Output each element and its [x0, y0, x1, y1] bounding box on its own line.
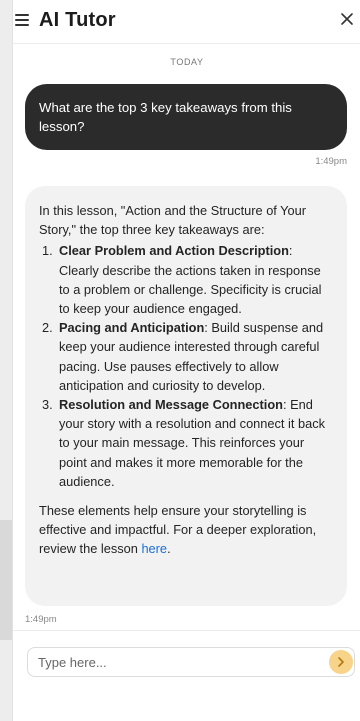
user-message-bubble: What are the top 3 key takeaways from th…	[25, 84, 347, 150]
list-item-title: Resolution and Message Connection	[59, 397, 283, 413]
bot-message-bubble: In this lesson, "Action and the Structur…	[25, 186, 347, 606]
ai-tutor-panel: AI Tutor TODAY What are the top 3 key ta…	[12, 0, 360, 721]
lesson-link[interactable]: here	[141, 541, 167, 556]
chevron-right-icon	[338, 657, 344, 667]
list-item-title: Clear Problem and Action Description	[59, 243, 289, 259]
background-page-strip	[0, 0, 12, 721]
send-button[interactable]	[329, 650, 353, 674]
composer-area	[13, 630, 360, 721]
list-item: 1. Clear Problem and Action Description:…	[39, 241, 333, 318]
user-message-text: What are the top 3 key takeaways from th…	[39, 100, 292, 134]
panel-title: AI Tutor	[39, 9, 116, 31]
message-input[interactable]	[38, 648, 308, 676]
list-item-number: 2.	[42, 320, 53, 336]
bot-intro-text: In this lesson, "Action and the Structur…	[39, 203, 307, 238]
bot-outro-text: These elements help ensure your storytel…	[39, 501, 333, 559]
list-item: 2. Pacing and Anticipation: Build suspen…	[39, 318, 333, 395]
list-item: 3. Resolution and Message Connection: En…	[39, 395, 333, 491]
list-item-title: Pacing and Anticipation	[59, 320, 205, 336]
background-shade	[0, 520, 12, 640]
bot-outro-end: .	[167, 541, 171, 557]
list-item-number: 3.	[42, 397, 53, 413]
close-icon[interactable]	[339, 11, 355, 27]
bot-message-time: 1:49pm	[25, 614, 57, 625]
hamburger-menu-icon[interactable]	[15, 14, 29, 26]
list-item-number: 1.	[42, 243, 53, 259]
bot-outro-body: These elements help ensure your storytel…	[39, 503, 317, 557]
message-input-box[interactable]	[27, 647, 355, 677]
takeaways-list: 1. Clear Problem and Action Description:…	[39, 241, 333, 491]
panel-header: AI Tutor	[13, 0, 360, 44]
chat-area[interactable]: TODAY What are the top 3 key takeaways f…	[13, 44, 360, 644]
user-message-time: 1:49pm	[315, 156, 347, 167]
date-separator: TODAY	[170, 57, 204, 67]
